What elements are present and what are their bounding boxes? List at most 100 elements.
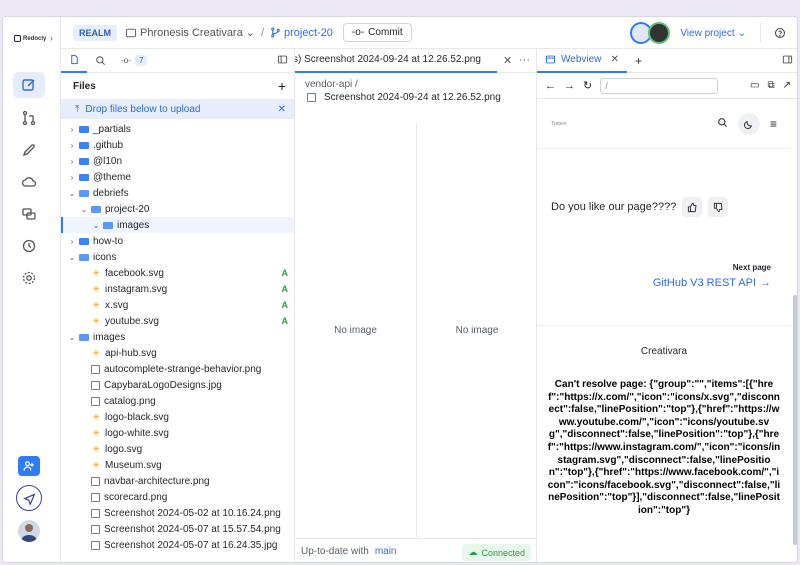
tree-item-label: icons <box>93 251 117 263</box>
copy-icon[interactable]: ⧉ <box>767 80 774 91</box>
rail-feedback-button[interactable] <box>13 201 45 227</box>
folder-row[interactable]: ⌄ icons <box>61 249 294 265</box>
file-row[interactable]: ✳ api-hub.svg <box>61 345 294 361</box>
tree-item-label: Museum.svg <box>105 459 162 471</box>
editor-tab-active[interactable]: s) Screenshot 2024-09-24 at 12.26.52.png <box>295 49 497 73</box>
project-selector[interactable]: Phronesis Creativara ⌄ <box>125 26 255 39</box>
file-row[interactable]: ✳ Museum.svg <box>61 457 294 473</box>
folder-row[interactable]: ⌄ images <box>61 217 294 233</box>
folder-open-icon <box>103 221 113 229</box>
tree-item-label: api-hub.svg <box>105 347 157 359</box>
chevron-down-icon[interactable]: ⌄ <box>67 333 77 342</box>
folder-row[interactable]: ⌄ project-20 <box>61 201 294 217</box>
chevron-down-icon[interactable]: ⌄ <box>79 205 89 214</box>
chevron-down-icon[interactable]: ⌄ <box>67 189 77 198</box>
next-page-link[interactable]: GitHub V3 REST API → <box>653 277 771 289</box>
thumbs-up-button[interactable] <box>682 197 703 217</box>
search-icon[interactable] <box>717 117 728 131</box>
chevron-right-icon[interactable]: › <box>67 237 77 246</box>
rail-deploy-button[interactable] <box>13 137 45 163</box>
no-image-text: No image <box>334 324 377 336</box>
view-project-label: View project <box>680 27 735 39</box>
file-row[interactable]: autocomplete-strange-behavior.png <box>61 361 294 377</box>
tab-search[interactable] <box>87 49 113 73</box>
commit-label: Commit <box>368 27 403 38</box>
chevron-right-icon[interactable]: › <box>67 173 77 182</box>
file-row[interactable]: Screenshot 2024-05-07 at 16.24.35.jpg <box>61 537 294 553</box>
branch-selector[interactable]: project-20 <box>270 27 333 39</box>
tab-webview[interactable]: Webview ✕ <box>537 49 627 73</box>
folder-row[interactable]: ⌄ debriefs <box>61 185 294 201</box>
file-row[interactable]: ✳ facebook.svg A <box>61 265 294 281</box>
tree-item-label: navbar-architecture.png <box>104 475 210 487</box>
cast-icon[interactable]: ▭ <box>750 80 759 91</box>
view-project-button[interactable]: View project ⌄ <box>680 23 761 43</box>
tab-files[interactable] <box>61 49 87 73</box>
back-arrow-icon[interactable]: ← <box>545 80 556 92</box>
tree-item-label: images <box>93 331 126 343</box>
invite-user-button[interactable] <box>18 456 40 476</box>
tree-item-label: debriefs <box>93 187 129 199</box>
chevron-right-icon[interactable]: › <box>67 125 77 134</box>
dark-mode-toggle[interactable] <box>737 113 760 135</box>
thumbs-down-button[interactable] <box>708 197 729 217</box>
site-logo[interactable]: Trabex <box>551 121 566 127</box>
add-file-icon[interactable]: + <box>278 78 286 94</box>
rail-history-button[interactable] <box>13 233 45 259</box>
file-row[interactable]: Screenshot 2024-05-07 at 15.57.54.png <box>61 521 294 537</box>
help-button[interactable] <box>761 27 797 39</box>
more-options-icon[interactable]: ··· <box>519 54 530 66</box>
redocly-logo-icon <box>14 35 21 42</box>
chevron-right-icon[interactable]: › <box>67 157 77 166</box>
deploy-status-button[interactable] <box>16 485 42 511</box>
url-input[interactable]: / <box>600 77 719 94</box>
rail-editor-button[interactable] <box>13 72 45 98</box>
file-row[interactable]: ✳ x.svg A <box>61 297 294 313</box>
reload-icon[interactable]: ↻ <box>583 79 592 92</box>
close-icon[interactable]: ✕ <box>278 104 286 115</box>
tree-item-label: logo-white.svg <box>105 427 169 439</box>
rail-settings-button[interactable] <box>13 265 45 291</box>
chevron-down-icon[interactable]: ⌄ <box>91 221 101 230</box>
git-status-added: A <box>281 284 289 294</box>
file-row[interactable]: ✳ youtube.svg A <box>61 313 294 329</box>
breadcrumb[interactable]: vendor-api / <box>295 73 536 90</box>
svg-file-icon: ✳ <box>92 267 100 278</box>
file-row[interactable]: navbar-architecture.png <box>61 473 294 489</box>
close-icon[interactable]: ✕ <box>611 54 619 65</box>
collaborator-avatars[interactable] <box>630 22 671 44</box>
file-row[interactable]: ✳ logo.svg <box>61 441 294 457</box>
file-row[interactable]: scorecard.png <box>61 489 294 505</box>
file-row[interactable]: ✳ logo-black.svg <box>61 409 294 425</box>
close-icon[interactable]: ✕ <box>503 54 512 67</box>
menu-icon[interactable]: ≡ <box>770 117 777 131</box>
forward-arrow-icon[interactable]: → <box>564 80 575 92</box>
drop-zone-banner[interactable]: ⤒ Drop files below to upload ✕ <box>61 99 294 119</box>
split-view-icon[interactable] <box>782 54 793 68</box>
folder-row[interactable]: › _partials <box>61 121 294 137</box>
webview-scrollbar[interactable] <box>793 295 797 545</box>
file-row[interactable]: CapybaraLogoDesigns.jpg <box>61 377 294 393</box>
rail-cloud-button[interactable] <box>13 169 45 195</box>
new-tab-icon[interactable]: + <box>635 54 642 68</box>
external-link-icon[interactable]: ↗ <box>783 80 791 91</box>
file-row[interactable]: Screenshot 2024-05-02 at 10.16.24.png <box>61 505 294 521</box>
status-branch-link[interactable]: main <box>375 546 397 557</box>
chevron-down-icon[interactable]: ⌄ <box>67 253 77 262</box>
file-row[interactable]: catalog.png <box>61 393 294 409</box>
file-row[interactable]: ✳ instagram.svg A <box>61 281 294 297</box>
brand-logo[interactable]: Redocly › <box>14 33 53 43</box>
chevron-right-icon[interactable]: › <box>67 141 77 150</box>
folder-row[interactable]: › @theme <box>61 169 294 185</box>
file-tree: › _partials › .github › @l10n › @theme ⌄ debriefs… <box>61 119 294 553</box>
left-rail: Redocly › <box>3 17 61 562</box>
file-row[interactable]: ✳ logo-white.svg <box>61 425 294 441</box>
user-avatar[interactable] <box>18 520 40 542</box>
folder-row[interactable]: › how-to <box>61 233 294 249</box>
folder-row[interactable]: › @l10n <box>61 153 294 169</box>
collapse-panel-icon[interactable] <box>277 54 288 68</box>
rail-branches-button[interactable] <box>13 105 45 131</box>
folder-row[interactable]: › .github <box>61 137 294 153</box>
commit-button[interactable]: -o- Commit <box>342 23 412 42</box>
folder-row[interactable]: ⌄ images <box>61 329 294 345</box>
